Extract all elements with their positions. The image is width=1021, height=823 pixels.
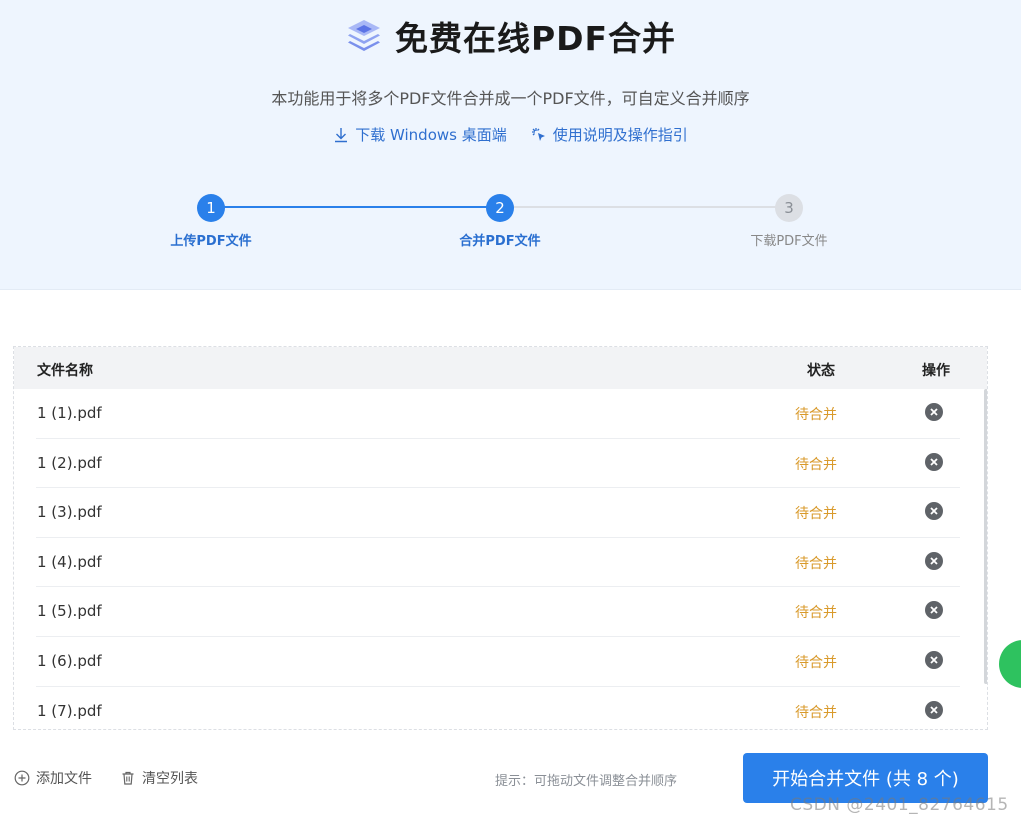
table-row[interactable]: 1 (4).pdf 待合并	[36, 538, 960, 588]
file-name: 1 (1).pdf	[37, 404, 102, 422]
add-file-button[interactable]: 添加文件	[14, 768, 92, 788]
table-row[interactable]: 1 (5).pdf 待合并	[36, 587, 960, 637]
step-merge: 2 合并PDF文件	[440, 194, 560, 249]
step-number: 1	[197, 194, 225, 222]
file-name: 1 (4).pdf	[37, 552, 102, 571]
remove-file-icon[interactable]	[925, 551, 943, 570]
file-table: 文件名称 状态 操作 1 (1).pdf 待合并 1 (2).pdf 待合并 1…	[13, 346, 988, 730]
trash-icon	[122, 771, 134, 785]
usage-guide-link[interactable]: 使用说明及操作指引	[531, 124, 688, 145]
step-label: 下载PDF文件	[750, 234, 828, 249]
table-row[interactable]: 1 (7).pdf 待合并	[36, 687, 960, 729]
file-name: 1 (3).pdf	[37, 503, 102, 522]
column-header-action: 操作	[922, 363, 950, 379]
status-badge: 待合并	[795, 605, 837, 622]
add-circle-icon	[14, 770, 30, 786]
status-badge: 待合并	[795, 555, 837, 572]
step-download: 3 下载PDF文件	[729, 194, 849, 249]
usage-guide-label: 使用说明及操作指引	[552, 126, 688, 144]
watermark: CSDN @2401_82764615	[790, 795, 1009, 815]
column-header-status: 状态	[807, 363, 835, 379]
step-label: 合并PDF文件	[459, 234, 541, 249]
file-list: 1 (1).pdf 待合并 1 (2).pdf 待合并 1 (3).pdf 待合…	[14, 389, 974, 729]
table-row[interactable]: 1 (2).pdf 待合并	[36, 439, 960, 489]
remove-file-icon[interactable]	[925, 700, 943, 719]
remove-file-icon[interactable]	[925, 452, 943, 471]
download-desktop-label: 下载 Windows 桌面端	[355, 126, 507, 144]
table-header: 文件名称 状态 操作	[14, 347, 987, 389]
table-row[interactable]: 1 (6).pdf 待合并	[36, 637, 960, 687]
file-name: 1 (2).pdf	[37, 453, 102, 472]
file-name: 1 (5).pdf	[37, 602, 102, 621]
status-badge: 待合并	[795, 704, 837, 721]
remove-file-icon[interactable]	[925, 601, 943, 620]
file-name: 1 (7).pdf	[37, 701, 102, 720]
title-row: 免费在线PDF合并	[0, 12, 1021, 60]
table-row[interactable]: 1 (3).pdf 待合并	[36, 488, 960, 538]
pointer-click-icon	[531, 127, 545, 141]
chat-float-button[interactable]	[999, 640, 1021, 688]
remove-file-icon[interactable]	[925, 650, 943, 669]
status-badge: 待合并	[795, 407, 837, 423]
add-file-label: 添加文件	[36, 771, 92, 787]
clear-list-label: 清空列表	[142, 771, 198, 787]
clear-list-button[interactable]: 清空列表	[120, 768, 198, 788]
table-row[interactable]: 1 (1).pdf 待合并	[36, 389, 960, 439]
table-scrollbar[interactable]	[984, 389, 987, 684]
progress-steps: 1 上传PDF文件 2 合并PDF文件 3 下载PDF文件	[0, 190, 1021, 260]
download-icon	[335, 127, 348, 142]
page-subtitle: 本功能用于将多个PDF文件合并成一个PDF文件，可自定义合并顺序	[271, 89, 750, 108]
drag-hint: 提示：可拖动文件调整合并顺序	[495, 774, 678, 789]
status-badge: 待合并	[795, 506, 837, 523]
layers-logo-icon	[347, 20, 380, 51]
status-badge: 待合并	[795, 654, 837, 671]
column-header-name: 文件名称	[37, 363, 93, 379]
step-label: 上传PDF文件	[170, 234, 252, 249]
hero-section: 免费在线PDF合并 本功能用于将多个PDF文件合并成一个PDF文件，可自定义合并…	[0, 0, 1021, 290]
remove-file-icon[interactable]	[925, 502, 943, 521]
step-upload: 1 上传PDF文件	[151, 194, 271, 249]
status-badge: 待合并	[795, 456, 837, 473]
download-desktop-link[interactable]: 下载 Windows 桌面端	[333, 124, 507, 145]
remove-file-icon[interactable]	[925, 403, 943, 421]
step-number: 3	[775, 194, 803, 222]
page-title: 免费在线PDF合并	[394, 19, 677, 58]
header-links: 下载 Windows 桌面端 使用说明及操作指引	[0, 124, 1021, 145]
step-number: 2	[486, 194, 514, 222]
file-name: 1 (6).pdf	[37, 651, 102, 670]
